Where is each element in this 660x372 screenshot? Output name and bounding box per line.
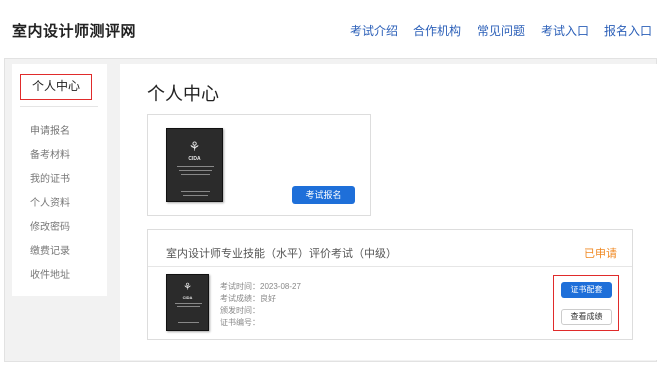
nav-exam-entry[interactable]: 考试入口 bbox=[541, 22, 589, 39]
view-score-button[interactable]: 查看成绩 bbox=[561, 309, 612, 325]
issue-time: 颁发时间： bbox=[220, 306, 260, 315]
exam-card-divider bbox=[148, 266, 632, 267]
sidebar: 个人中心 申请报名 备考材料 我的证书 个人资料 修改密码 缴费记录 收件地址 bbox=[12, 64, 107, 296]
top-navigation-bar: 室内设计师测评网 考试介绍 合作机构 常见问题 考试入口 报名入口 bbox=[0, 0, 660, 58]
certificate-emblem-icon: ⚘ bbox=[183, 282, 192, 293]
exam-status-badge: 已申请 bbox=[584, 248, 617, 260]
nav-exam-intro[interactable]: 考试介绍 bbox=[350, 22, 398, 39]
sidebar-divider bbox=[20, 106, 98, 107]
sidebar-item-shipping-address[interactable]: 收件地址 bbox=[30, 266, 70, 281]
sidebar-item-personal-center[interactable]: 个人中心 bbox=[20, 74, 92, 100]
certificate-number: 证书编号： bbox=[220, 318, 260, 327]
certificate-brand-text: CIDA bbox=[182, 295, 193, 300]
site-logo-text[interactable]: 室内设计师测评网 bbox=[12, 20, 136, 41]
nav-partners[interactable]: 合作机构 bbox=[413, 22, 461, 39]
certificate-emblem-icon: ⚘ bbox=[188, 139, 201, 154]
nav-registration-entry[interactable]: 报名入口 bbox=[604, 22, 652, 39]
page-title: 个人中心 bbox=[147, 84, 219, 104]
exam-title: 室内设计师专业技能（水平）评价考试（中级） bbox=[166, 248, 397, 260]
sidebar-item-my-certificates[interactable]: 我的证书 bbox=[30, 170, 70, 185]
sidebar-item-study-materials[interactable]: 备考材料 bbox=[30, 146, 70, 161]
certificate-brand-text: CIDA bbox=[188, 156, 201, 162]
exam-certificate-thumbnail: ⚘ CIDA bbox=[166, 274, 209, 331]
exam-time: 考试时间：2023-08-27 bbox=[220, 282, 301, 291]
sidebar-item-apply[interactable]: 申请报名 bbox=[30, 122, 70, 137]
nav-faq[interactable]: 常见问题 bbox=[477, 22, 525, 39]
certificate-book-image: ⚘ CIDA bbox=[166, 128, 223, 202]
exam-score: 考试成绩：良好 bbox=[220, 294, 276, 303]
sidebar-item-payment-records[interactable]: 缴费记录 bbox=[30, 242, 70, 257]
sidebar-item-profile[interactable]: 个人资料 bbox=[30, 194, 70, 209]
exam-register-button[interactable]: 考试报名 bbox=[292, 186, 355, 204]
certificate-package-button[interactable]: 证书配套 bbox=[561, 282, 612, 298]
sidebar-item-change-password[interactable]: 修改密码 bbox=[30, 218, 70, 233]
